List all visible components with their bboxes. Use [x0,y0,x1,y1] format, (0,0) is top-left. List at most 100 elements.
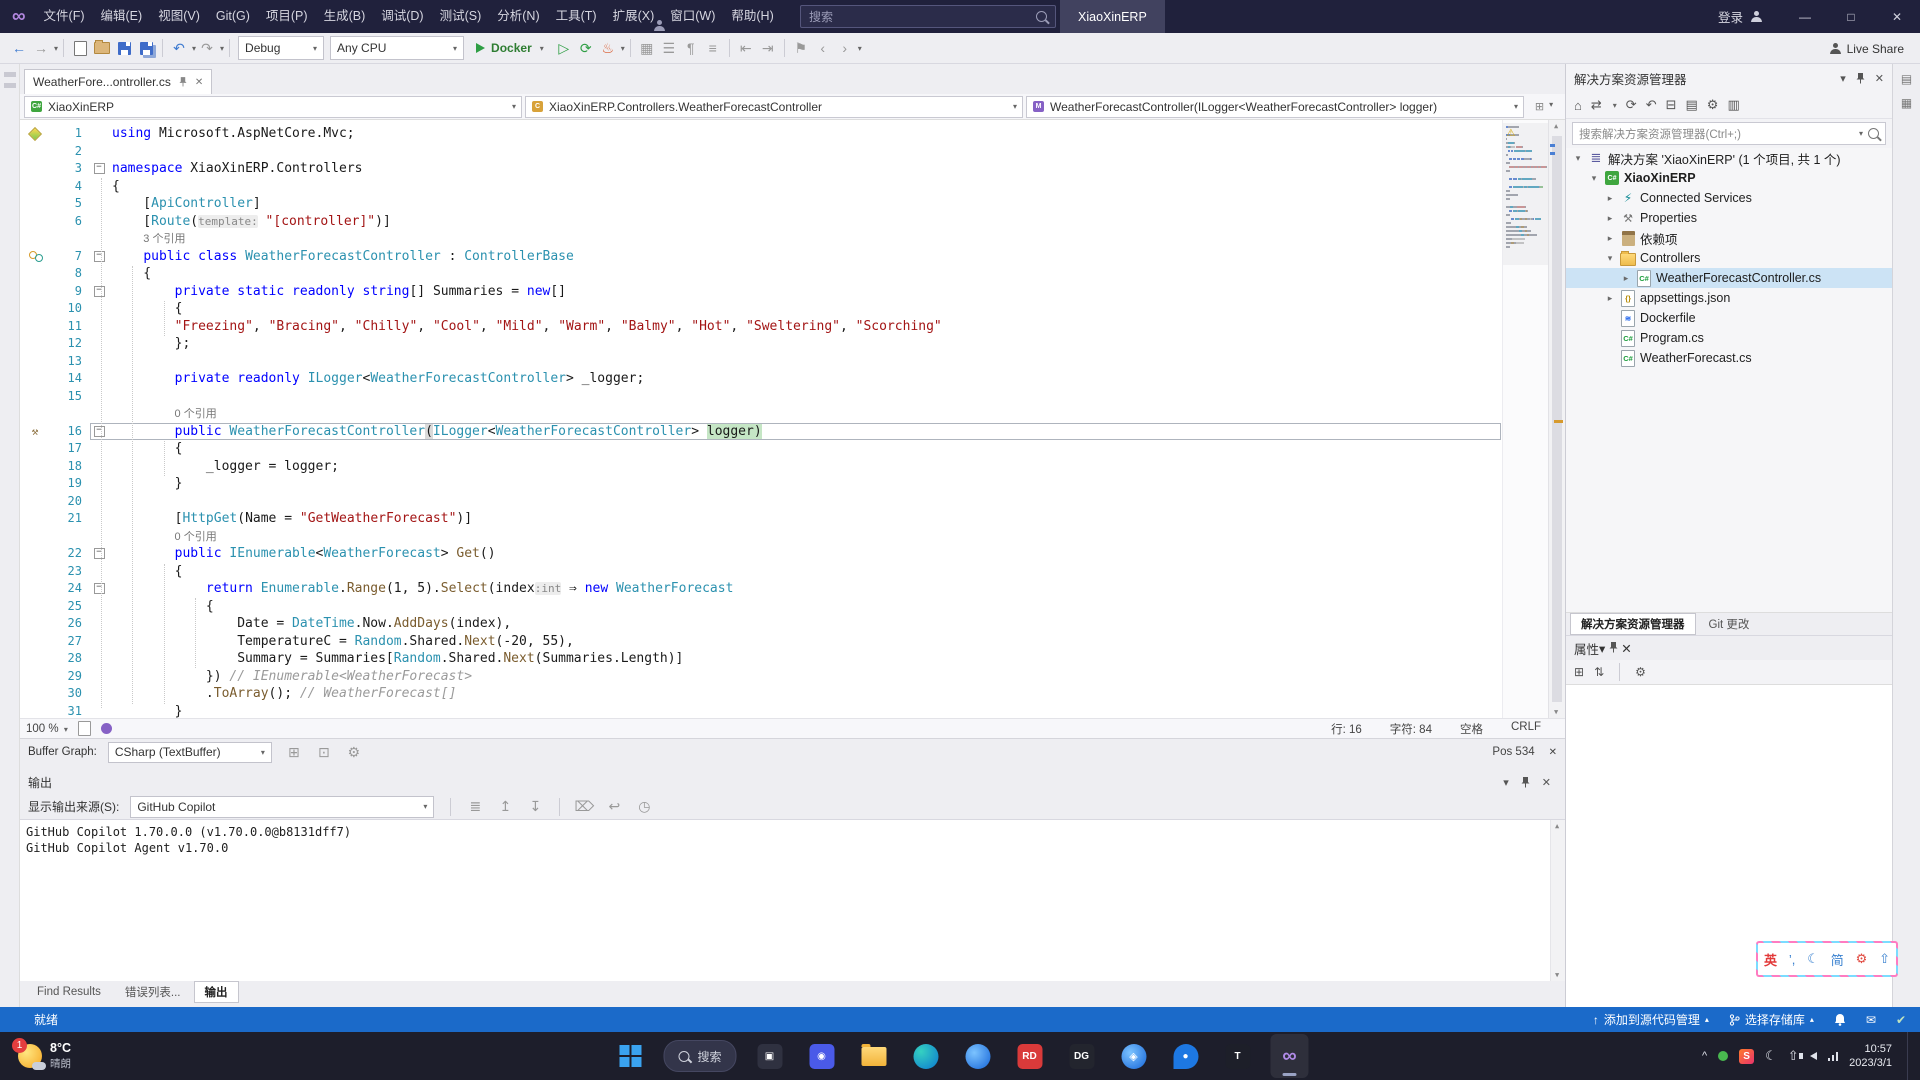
solution-configuration-dropdown[interactable]: Debug▾ [238,36,324,60]
indentation-indicator[interactable]: 空格 [1460,721,1483,737]
taskbar-search[interactable]: 搜索 [663,1040,736,1072]
taskbar-app-teams[interactable]: ◉ [803,1034,841,1078]
se-tab-0[interactable]: 解决方案资源管理器 [1570,613,1696,635]
notifications-bell-icon[interactable] [1834,1013,1846,1026]
ime-item-5[interactable]: ⇧ [1879,951,1890,967]
expand-arrow-icon[interactable]: ▸ [1604,193,1616,204]
taskbar-app-visual-studio[interactable]: ∞ [1271,1034,1309,1078]
next-message-icon[interactable]: ↧ [525,795,545,819]
pin-icon[interactable] [179,77,187,87]
ime-item-4[interactable]: ⚙ [1856,951,1868,967]
sync-status-icon[interactable]: ✔ [1896,1013,1906,1027]
pin-icon[interactable] [1856,73,1865,84]
live-share-presence-icon[interactable] [101,723,112,734]
ime-item-1[interactable]: ’, [1789,952,1796,967]
taskbar-app-typora[interactable]: T [1219,1034,1257,1078]
expand-arrow-icon[interactable]: ▸ [1620,273,1632,284]
minimize-button[interactable]: — [1782,0,1828,33]
menu-item-6[interactable]: 调试(D) [373,0,431,33]
scroll-up-icon[interactable]: ▲ [1554,122,1558,130]
network-icon[interactable] [1828,1052,1839,1061]
redo-button[interactable]: ↷ [197,36,217,60]
output-source-dropdown[interactable]: GitHub Copilot▾ [130,796,434,818]
fold-toggle-icon[interactable]: − [94,583,105,594]
tree-item-appsettings-json[interactable]: ▸{}appsettings.json [1566,288,1892,308]
tree-item-xiaoxinerp[interactable]: ▾C#XiaoXinERP [1566,168,1892,188]
window-position-icon[interactable]: ▾ [1840,72,1846,85]
close-button[interactable]: ✕ [1874,0,1920,33]
ime-mode-icon[interactable]: ☾ [1765,1048,1777,1064]
split-window-icon[interactable]: ⊞▾ [1527,100,1561,113]
ime-item-0[interactable]: 英 [1764,950,1777,969]
taskbar-app-file-explorer[interactable] [855,1034,893,1078]
menu-item-2[interactable]: 视图(V) [150,0,208,33]
ime-item-2[interactable]: ☾ [1807,951,1819,967]
alphabetical-view-button[interactable]: ⇅ [1594,665,1604,679]
window-position-icon[interactable]: ▾ [1503,776,1509,789]
breakpoints-window-icon[interactable]: ▦ [637,36,657,60]
sync-with-active-document-button[interactable]: ⟳ [1626,97,1637,113]
navigate-dropdown-icon[interactable]: ▾ [54,44,58,53]
tree-item-weatherforecast-cs[interactable]: C#WeatherForecast.cs [1566,348,1892,368]
show-desktop-button[interactable] [1907,1032,1912,1080]
feedback-icon[interactable] [654,20,665,31]
hot-reload-button[interactable]: ♨ [598,36,618,60]
expand-arrow-icon[interactable]: ▾ [1588,173,1600,184]
previous-bookmark-button[interactable]: ‹ [813,36,833,60]
start-button[interactable] [611,1034,649,1078]
word-wrap-icon[interactable]: ↩ [604,795,624,819]
close-panel-icon[interactable]: ✕ [1621,642,1631,656]
document-tab[interactable]: WeatherFore...ontroller.cs ✕ [24,69,212,94]
menu-item-8[interactable]: 分析(N) [489,0,547,33]
pin-icon[interactable] [1609,642,1618,653]
sign-in-button[interactable]: 登录 [1718,0,1762,33]
toggle-bookmark-button[interactable]: ⚑ [791,36,811,60]
docked-tool-tab-icon[interactable]: ▦ [1901,96,1912,110]
fold-toggle-icon[interactable]: − [94,251,105,262]
categorized-view-button[interactable]: ⊞ [1574,665,1584,679]
expand-arrow-icon[interactable]: ▾ [1604,253,1616,264]
codelens-references[interactable]: 0 个引用 [112,406,217,424]
expand-arrow-icon[interactable]: ▸ [1604,233,1616,244]
search-input[interactable]: 搜索 [800,5,1056,28]
tree-item--[interactable]: ▸依赖项 [1566,228,1892,248]
increase-indent-button[interactable]: ⇥ [758,36,778,60]
tree-item-dockerfile[interactable]: ≋Dockerfile [1566,308,1892,328]
taskbar-app-edge[interactable] [907,1034,945,1078]
member-dropdown[interactable]: M WeatherForecastController(ILogger<Weat… [1026,96,1524,118]
expand-arrow-icon[interactable]: ▾ [1572,153,1584,164]
maximize-button[interactable]: □ [1828,0,1874,33]
clear-all-icon[interactable]: ⌦ [574,795,594,819]
menu-item-4[interactable]: 项目(P) [258,0,316,33]
docked-tool-tab-icon[interactable] [4,83,16,88]
show-output-icon[interactable]: ☰ [659,36,679,60]
start-debugging-button[interactable]: Docker ▾ [470,37,550,59]
add-to-source-control-button[interactable]: ↑添加到源代码管理▴ [1593,1011,1709,1028]
switch-views-button[interactable]: ⇄ [1591,97,1602,113]
menu-item-12[interactable]: 帮助(H) [723,0,781,33]
show-all-files-button[interactable]: ▤ [1686,97,1698,113]
taskbar-app-maps[interactable]: ● [1167,1034,1205,1078]
tree-item-properties[interactable]: ▸⚒Properties [1566,208,1892,228]
quick-actions-icon[interactable]: ⚒ [32,423,39,441]
taskbar-app-rd[interactable]: RD [1011,1034,1049,1078]
menu-item-7[interactable]: 测试(S) [432,0,490,33]
close-tab-icon[interactable]: ✕ [195,77,203,88]
menu-item-11[interactable]: 窗口(W) [662,0,723,33]
volume-icon[interactable] [1810,1052,1817,1060]
project-dropdown[interactable]: C# XiaoXinERP ▾ [24,96,522,118]
se-tab-1[interactable]: Git 更改 [1698,613,1761,635]
line-ending-icon[interactable]: ¶ [681,36,701,60]
feedback-status-icon[interactable]: ✉ [1866,1013,1876,1027]
minimap[interactable] [1502,120,1549,718]
tray-green-icon[interactable] [1718,1051,1728,1061]
output-content[interactable]: GitHub Copilot 1.70.0.0 (v1.70.0.0@b8131… [20,820,1565,981]
expand-arrow-icon[interactable]: ▸ [1604,293,1616,304]
buffer-settings-icon[interactable]: ⚙ [344,740,364,764]
properties-panel-header[interactable]: 属性 ▾ ✕ [1566,635,1892,660]
type-dropdown[interactable]: C XiaoXinERP.Controllers.WeatherForecast… [525,96,1023,118]
save-all-button[interactable] [136,36,156,60]
expand-arrow-icon[interactable]: ▸ [1604,213,1616,224]
tree-item-weatherforecastcontroller-cs[interactable]: ▸C#WeatherForecastController.cs [1566,268,1892,288]
decrease-indent-button[interactable]: ⇤ [736,36,756,60]
